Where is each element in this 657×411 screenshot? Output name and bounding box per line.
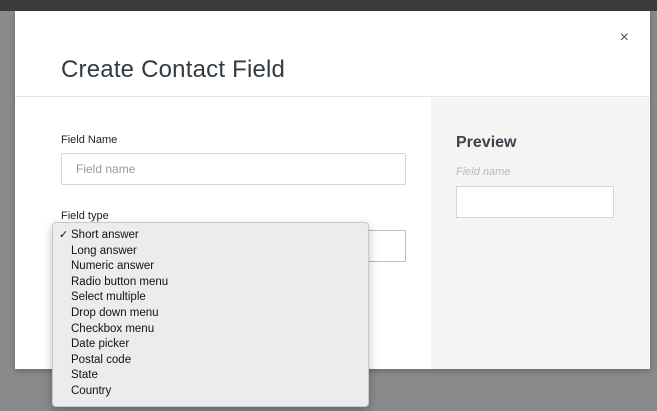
modal-title: Create Contact Field <box>61 56 286 83</box>
dropdown-option[interactable]: Date picker <box>53 337 368 353</box>
dropdown-option[interactable]: Radio button menu <box>53 275 368 291</box>
dropdown-option[interactable]: Postal code <box>53 353 368 369</box>
dropdown-option[interactable]: Drop down menu <box>53 306 368 322</box>
preview-title: Preview <box>456 134 517 151</box>
field-type-label: Field type <box>61 210 109 222</box>
field-type-dropdown-menu: ✓ Short answer Long answer Numeric answer Ra… <box>52 222 369 407</box>
dropdown-option-label: Numeric answer <box>71 260 155 273</box>
dropdown-option-label: Long answer <box>71 244 137 257</box>
field-name-label: Field Name <box>61 134 118 146</box>
dropdown-option[interactable]: Long answer <box>53 244 368 260</box>
dropdown-option-label: Checkbox menu <box>71 322 155 335</box>
dropdown-option[interactable]: Select multiple <box>53 290 368 306</box>
dropdown-option-label: Drop down menu <box>71 306 159 319</box>
dropdown-option-label: Postal code <box>71 353 132 366</box>
preview-input <box>456 186 614 218</box>
checkmark-icon: ✓ <box>59 229 69 241</box>
dropdown-option[interactable]: Numeric answer <box>53 259 368 275</box>
field-name-input[interactable] <box>61 153 406 185</box>
dropdown-option-label: Radio button menu <box>71 275 169 288</box>
preview-field-label: Field name <box>456 166 511 178</box>
dropdown-option[interactable]: Country <box>53 384 368 400</box>
dropdown-option-label: Short answer <box>71 229 139 241</box>
dropdown-option[interactable]: State <box>53 368 368 384</box>
close-icon[interactable]: × <box>620 30 629 46</box>
dropdown-option-label: Country <box>71 384 112 397</box>
modal-header: Create Contact Field × <box>15 11 650 97</box>
dropdown-option[interactable]: Checkbox menu <box>53 322 368 338</box>
preview-panel: Preview Field name <box>431 98 650 369</box>
backdrop-top-bar <box>0 0 657 11</box>
dropdown-option-label: State <box>71 369 98 382</box>
dropdown-option-label: Date picker <box>71 338 130 351</box>
dropdown-option-label: Select multiple <box>71 291 146 304</box>
dropdown-option[interactable]: ✓ Short answer <box>53 228 368 244</box>
